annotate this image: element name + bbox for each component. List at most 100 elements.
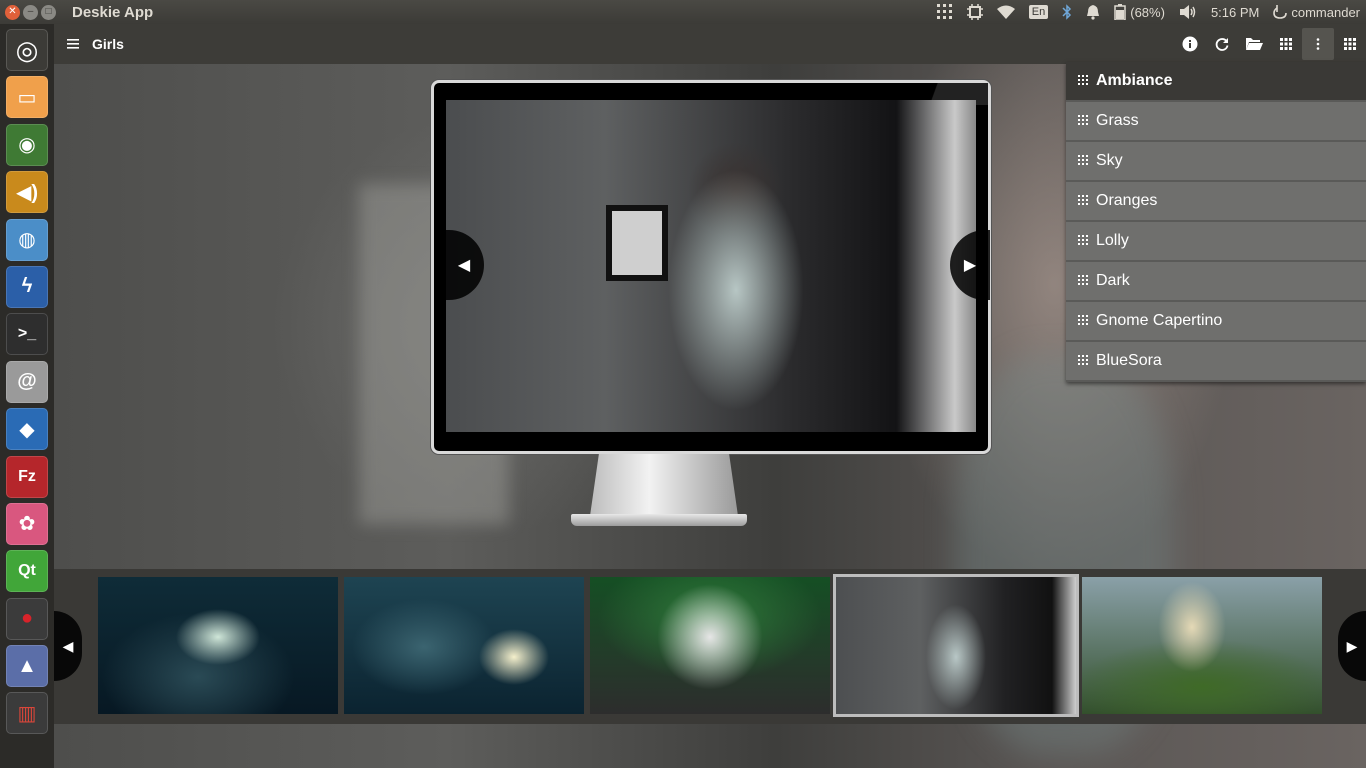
qt-icon: Qt [18, 562, 36, 580]
sound-icon: ◀) [15, 181, 39, 204]
battery-indicator[interactable]: (68%) [1114, 4, 1165, 20]
launcher-item[interactable]: Fz [6, 455, 48, 498]
wallpaper-preview-monitor [431, 80, 991, 454]
wifi-indicator[interactable] [996, 5, 1015, 19]
launcher-item[interactable]: >_ [6, 313, 48, 356]
top-panel: ✕ – □ Deskie App En (68%) 5:16 PM comman… [0, 0, 1366, 24]
bluetooth-indicator[interactable] [1062, 4, 1072, 20]
launcher-item[interactable]: ◆ [6, 408, 48, 451]
launcher-item[interactable]: ◉ [6, 123, 48, 166]
volume-icon [1179, 5, 1196, 19]
deskie-icon: ▲ [17, 654, 37, 677]
notification-indicator[interactable] [1086, 4, 1100, 20]
theme-menu-item[interactable]: Gnome Capertino [1066, 302, 1366, 342]
launcher-item[interactable]: ▲ [6, 645, 48, 688]
triangle-right-icon: ▶ [963, 257, 977, 274]
chip-icon [966, 4, 983, 20]
more-options-button[interactable] [1302, 28, 1334, 60]
thumbnail-strip: ◀ ▶ [54, 569, 1366, 724]
launcher-item[interactable]: ▥ [6, 692, 48, 735]
folder-open-icon [1246, 38, 1263, 50]
launcher-item[interactable]: ϟ [6, 265, 48, 308]
theme-menu-item[interactable]: Lolly [1066, 222, 1366, 262]
window-title: Deskie App [72, 3, 154, 21]
theme-menu-item[interactable]: BlueSora [1066, 342, 1366, 382]
sound-indicator[interactable] [1179, 4, 1197, 20]
theme-menu-item[interactable]: Ambiance [1066, 62, 1366, 102]
drag-grip-icon [1078, 312, 1088, 330]
theme-menu-item[interactable]: Oranges [1066, 182, 1366, 222]
theme-menu-item-label: Gnome Capertino [1096, 312, 1223, 329]
theme-menu-item[interactable]: Dark [1066, 262, 1366, 302]
clock-indicator[interactable]: 5:16 PM [1211, 5, 1259, 20]
wallpaper-thumbnail[interactable] [98, 577, 338, 714]
theme-menu-item-label: Grass [1096, 112, 1139, 129]
theme-menu-item-label: Dark [1096, 272, 1130, 289]
launcher-item[interactable]: @ [6, 360, 48, 403]
theme-menu-item-label: BlueSora [1096, 352, 1162, 369]
launcher-item[interactable]: ● [6, 597, 48, 640]
wallpaper-thumbnail[interactable] [590, 577, 830, 714]
grid-view-button[interactable] [1270, 28, 1302, 60]
wallpaper-thumbnail-selected[interactable] [833, 574, 1079, 717]
power-icon [1273, 5, 1288, 19]
info-button[interactable] [1174, 28, 1206, 60]
wallpaper-thumbnail[interactable] [1082, 577, 1322, 714]
filezilla-icon: Fz [18, 467, 36, 485]
refresh-button[interactable] [1206, 28, 1238, 60]
wallpaper-thumbnail[interactable] [344, 577, 584, 714]
launcher-item[interactable]: ✿ [6, 502, 48, 545]
cherry-icon: ● [20, 607, 34, 630]
apps-button[interactable] [1334, 28, 1366, 60]
drag-grip-icon [1078, 152, 1088, 170]
preview-picture-frame [606, 205, 668, 281]
user-indicator[interactable]: commander [1273, 5, 1360, 20]
grid-icon [1344, 38, 1356, 50]
ubuntu-dash-icon: ◎ [15, 34, 39, 65]
eye-settings-icon: ◉ [18, 134, 36, 157]
user-name: commander [1291, 4, 1360, 20]
wifi-icon [996, 5, 1015, 19]
launcher-item[interactable]: Qt [6, 550, 48, 593]
trash-icon: ▥ [17, 702, 37, 725]
launcher-item[interactable]: ◎ [6, 29, 48, 71]
drag-grip-icon [1078, 192, 1088, 210]
theme-menu-item[interactable]: Grass [1066, 102, 1366, 142]
triangle-right-icon: ▶ [1346, 637, 1358, 654]
theme-menu-item[interactable]: Sky [1066, 142, 1366, 182]
apps-grid-indicator[interactable] [936, 4, 953, 20]
drag-grip-icon [1078, 352, 1088, 370]
maximize-window-button[interactable]: □ [41, 4, 56, 20]
cpu-indicator[interactable] [966, 4, 983, 20]
bell-icon [1087, 5, 1100, 20]
minimize-window-button[interactable]: – [23, 4, 38, 20]
battery-percent: (68%) [1130, 4, 1165, 20]
close-window-button[interactable]: ✕ [5, 4, 20, 20]
open-folder-button[interactable] [1238, 28, 1270, 60]
theme-menu-item-label: Oranges [1096, 192, 1158, 209]
launcher-item[interactable]: ▭ [6, 76, 48, 119]
launcher-item[interactable]: ◍ [6, 218, 48, 261]
monitor-stand [590, 454, 738, 516]
grid-icon [1280, 38, 1292, 50]
triangle-left-icon: ◀ [457, 257, 471, 274]
keyboard-indicator[interactable]: En [1028, 5, 1049, 19]
refresh-icon [1215, 38, 1229, 51]
strip-previous-button[interactable]: ◀ [54, 611, 82, 681]
chromium-icon: ◍ [18, 229, 36, 252]
drag-grip-icon [1078, 272, 1088, 290]
indicator-area: En (68%) 5:16 PM commander [936, 4, 1366, 20]
mail-icon: @ [17, 370, 37, 393]
theme-menu: Ambiance Grass Sky Oranges Lolly Dark Gnome Ca… [1066, 62, 1366, 382]
app-toolbar: Girls [54, 24, 1366, 64]
hamburger-menu-button[interactable] [54, 24, 92, 64]
fish-icon: ◆ [19, 418, 35, 441]
monitor-base [571, 514, 747, 526]
terminal-icon: >_ [17, 325, 37, 343]
theme-menu-item-label: Lolly [1096, 232, 1129, 249]
launcher-item[interactable]: ◀) [6, 171, 48, 214]
files-icon: ▭ [17, 86, 37, 109]
app-window: Girls ◀ ▶ Ambiance Grass Sky Oranges Lol… [54, 24, 1366, 768]
strip-next-button[interactable]: ▶ [1338, 611, 1366, 681]
info-icon [1182, 36, 1198, 52]
